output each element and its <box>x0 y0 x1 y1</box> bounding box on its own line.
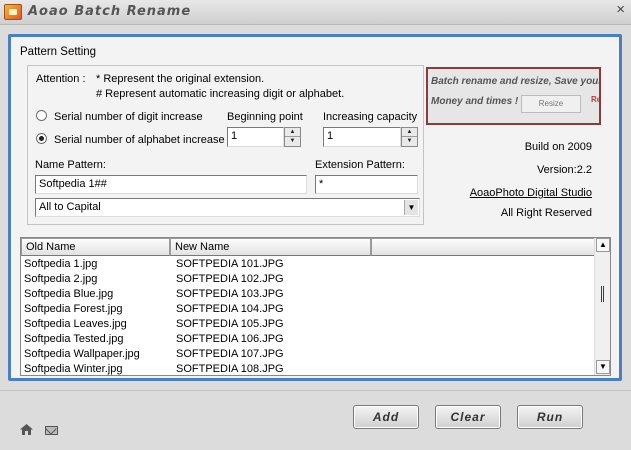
extension-pattern-input[interactable]: * <box>315 175 418 194</box>
home-icon[interactable] <box>20 424 33 435</box>
table-row[interactable]: Softpedia Winter.jpg SOFTPEDIA 108.JPG <box>21 362 596 375</box>
extension-pattern-label: Extension Pattern: <box>315 159 405 171</box>
beginning-point-input[interactable]: 1 <box>227 127 284 147</box>
table-row[interactable]: Softpedia 2.jpg SOFTPEDIA 102.JPG <box>21 272 596 287</box>
new-name-cell: SOFTPEDIA 101.JPG <box>176 258 284 270</box>
increasing-capacity-label: Increasing capacity <box>323 111 418 123</box>
old-name-cell: Softpedia Blue.jpg <box>24 288 114 300</box>
column-header-old-name[interactable]: Old Name <box>21 238 170 256</box>
table-row[interactable]: Softpedia Blue.jpg SOFTPEDIA 103.JPG <box>21 287 596 302</box>
increasing-capacity-input[interactable]: 1 <box>323 127 401 147</box>
spin-down-icon[interactable]: ▼ <box>285 137 300 146</box>
file-list[interactable]: Old Name New Name Softpedia 1.jpg SOFTPE… <box>20 237 611 376</box>
attention-increase-note: # Represent automatic increasing digit o… <box>96 88 345 100</box>
close-window-button[interactable]: × <box>616 1 625 18</box>
case-conversion-select[interactable]: All to Capital ▼ <box>35 198 420 217</box>
window-title: Aoao Batch Rename <box>28 4 192 19</box>
old-name-cell: Softpedia Forest.jpg <box>24 303 123 315</box>
run-button[interactable]: Run <box>517 405 583 429</box>
old-name-cell: Softpedia Leaves.jpg <box>24 318 127 330</box>
new-name-cell: SOFTPEDIA 106.JPG <box>176 333 284 345</box>
spin-up-icon[interactable]: ▲ <box>402 128 417 137</box>
table-row[interactable]: Softpedia Tested.jpg SOFTPEDIA 106.JPG <box>21 332 596 347</box>
table-row[interactable]: Softpedia Wallpaper.jpg SOFTPEDIA 107.JP… <box>21 347 596 362</box>
table-row[interactable]: Softpedia 1.jpg SOFTPEDIA 101.JPG <box>21 257 596 272</box>
old-name-cell: Softpedia 2.jpg <box>24 273 98 285</box>
radio-digit-increase-label[interactable]: Serial number of digit increase <box>54 111 203 123</box>
scroll-up-icon[interactable]: ▲ <box>596 238 610 252</box>
column-header-empty[interactable] <box>371 238 596 256</box>
new-name-cell: SOFTPEDIA 104.JPG <box>176 303 284 315</box>
new-name-cell: SOFTPEDIA 102.JPG <box>176 273 284 285</box>
ad-rename-button: Rena <box>591 95 601 104</box>
spin-up-icon[interactable]: ▲ <box>285 128 300 137</box>
studio-link[interactable]: AoaoPhoto Digital Studio <box>470 187 592 199</box>
vertical-scrollbar[interactable]: ▲ ▼ <box>594 238 610 375</box>
old-name-cell: Softpedia Winter.jpg <box>24 363 123 375</box>
ad-line-1: Batch rename and resize, Save your <box>431 76 601 87</box>
radio-digit-increase[interactable] <box>36 110 47 121</box>
ad-banner[interactable]: Batch rename and resize, Save your Money… <box>426 67 601 125</box>
scroll-thumb[interactable] <box>601 286 604 302</box>
mail-icon[interactable] <box>45 426 58 435</box>
case-conversion-value: All to Capital <box>39 201 101 213</box>
attention-label: Attention : <box>36 73 86 85</box>
increasing-capacity-spinner[interactable]: ▲ ▼ <box>401 127 418 147</box>
build-info: Build on 2009 <box>524 141 592 153</box>
beginning-point-label: Beginning point <box>227 111 303 123</box>
clear-button[interactable]: Clear <box>435 405 501 429</box>
radio-alphabet-increase[interactable] <box>36 133 47 144</box>
main-panel: Pattern Setting Attention : * Represent … <box>8 34 622 381</box>
title-bar[interactable]: Aoao Batch Rename × <box>0 0 631 25</box>
app-icon <box>4 4 22 20</box>
pattern-setting-label: Pattern Setting <box>20 46 97 58</box>
new-name-cell: SOFTPEDIA 105.JPG <box>176 318 284 330</box>
name-pattern-input[interactable]: Softpedia 1## <box>35 175 307 194</box>
old-name-cell: Softpedia Tested.jpg <box>24 333 124 345</box>
scroll-down-icon[interactable]: ▼ <box>596 360 610 374</box>
table-row[interactable]: Softpedia Forest.jpg SOFTPEDIA 104.JPG <box>21 302 596 317</box>
column-header-new-name[interactable]: New Name <box>170 238 371 256</box>
new-name-cell: SOFTPEDIA 103.JPG <box>176 288 284 300</box>
rights-info: All Right Reserved <box>500 207 592 219</box>
radio-alphabet-increase-label[interactable]: Serial number of alphabet increase <box>54 134 225 146</box>
old-name-cell: Softpedia 1.jpg <box>24 258 98 270</box>
beginning-point-spinner[interactable]: ▲ ▼ <box>284 127 301 147</box>
old-name-cell: Softpedia Wallpaper.jpg <box>24 348 140 360</box>
chevron-down-icon[interactable]: ▼ <box>404 200 418 215</box>
ad-resize-button: Resize <box>521 95 581 113</box>
footer-divider <box>0 390 631 391</box>
attention-extension-note: * Represent the original extension. <box>96 73 265 85</box>
version-info: Version:2.2 <box>536 164 592 176</box>
new-name-cell: SOFTPEDIA 108.JPG <box>176 363 284 375</box>
spin-down-icon[interactable]: ▼ <box>402 137 417 146</box>
add-button[interactable]: Add <box>353 405 419 429</box>
name-pattern-label: Name Pattern: <box>35 159 106 171</box>
ad-line-2: Money and times ! <box>431 96 519 107</box>
table-row[interactable]: Softpedia Leaves.jpg SOFTPEDIA 105.JPG <box>21 317 596 332</box>
new-name-cell: SOFTPEDIA 107.JPG <box>176 348 284 360</box>
main-panel-body: Pattern Setting Attention : * Represent … <box>11 37 619 378</box>
